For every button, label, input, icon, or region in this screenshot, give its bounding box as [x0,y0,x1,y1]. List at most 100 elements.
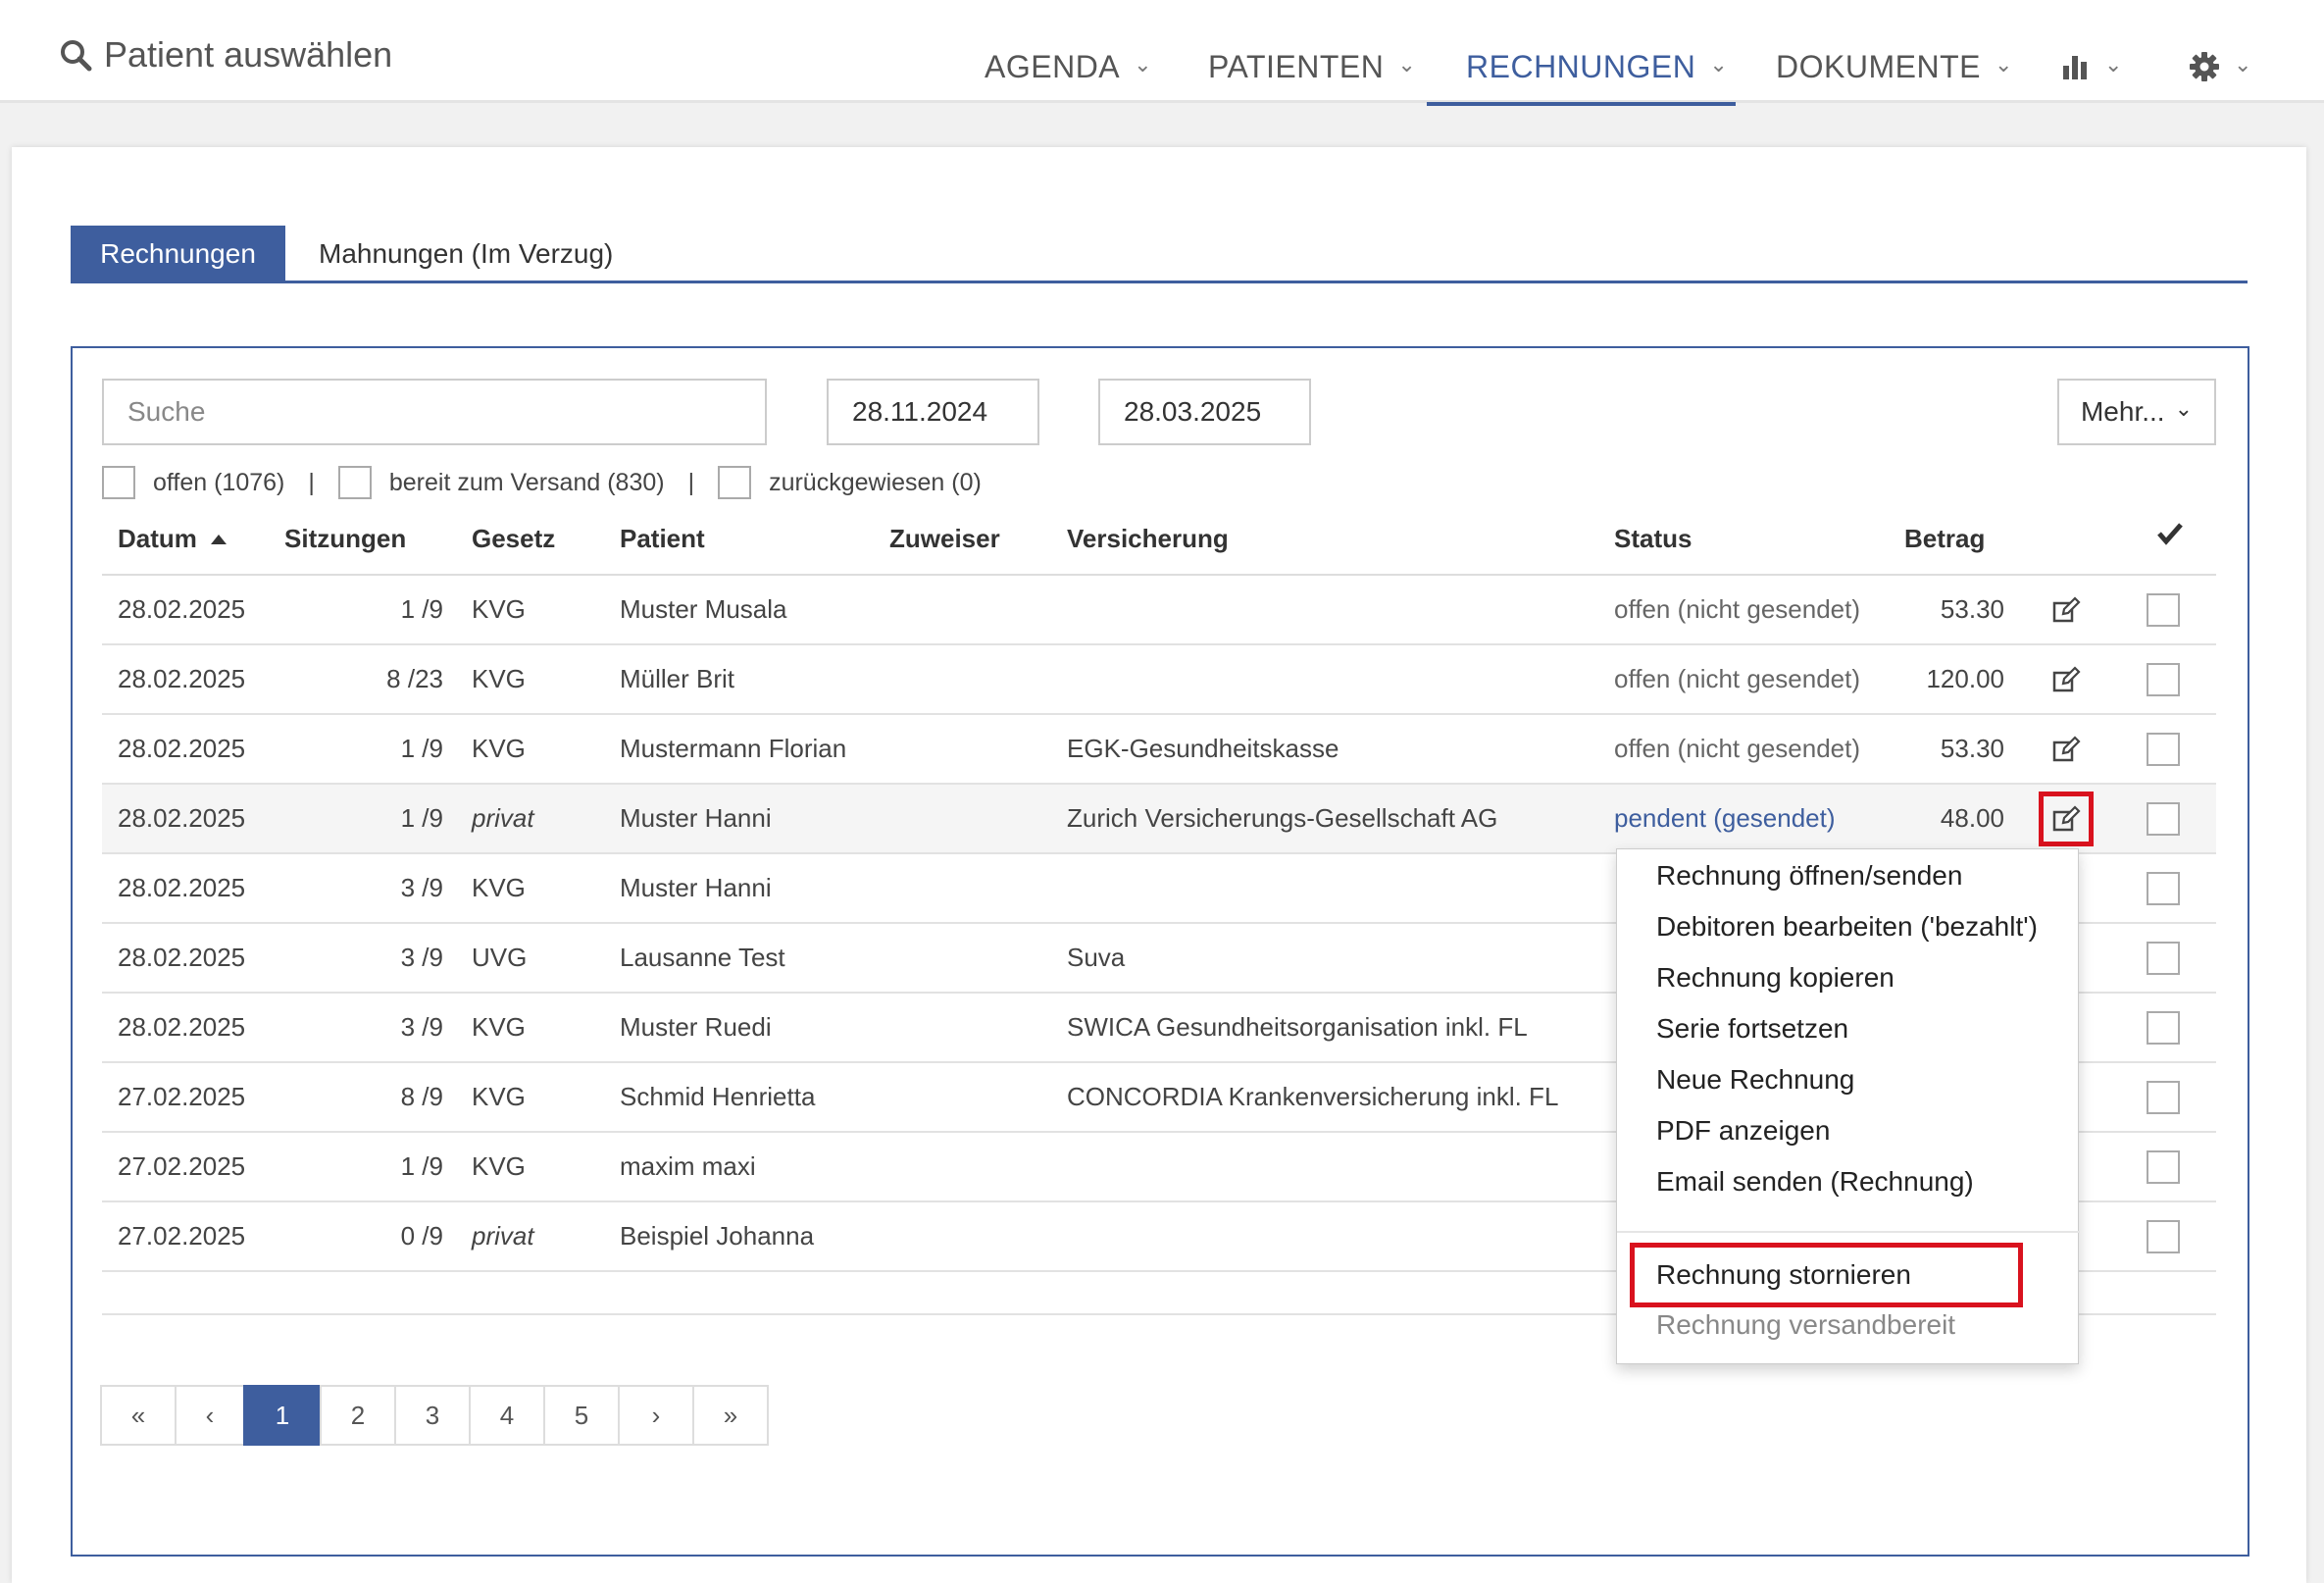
filter-versand-label: bereit zum Versand (830) [388,468,665,496]
col-header-betrag[interactable]: Betrag [1904,524,1985,554]
cell-status[interactable]: pendent (gesendet) [1614,785,1918,852]
cell-versicherung [1067,645,1577,713]
nav-patienten-label: PATIENTEN [1208,48,1385,84]
menu-item-ready-to-send[interactable]: Rechnung versandbereit [1656,1302,1955,1349]
cell-zuweiser [889,924,1056,992]
more-button-label: Mehr... [2080,396,2165,427]
date-from-input[interactable]: 28.11.2024 [827,379,1039,445]
cell-versicherung: EGK-Gesundheitskasse [1067,734,1339,763]
col-header-datum-label: Datum [118,524,197,553]
cell-versicherung: Zurich Versicherungs-Gesellschaft AG [1067,803,1498,833]
cell-gesetz: KVG [472,664,526,693]
page-button[interactable]: 5 [543,1385,620,1446]
page-button[interactable]: 1 [243,1385,322,1446]
row-select-checkbox[interactable] [2147,872,2180,905]
menu-item[interactable]: Rechnung öffnen/senden [1656,852,1962,899]
table-row[interactable]: 28.02.2025 8 /23 KVG Müller Brit offen (nich… [102,645,2216,715]
cell-status[interactable]: offen (nicht gesendet) [1614,576,1918,643]
tab-mahnungen[interactable]: Mahnungen (Im Verzug) [319,226,613,282]
cell-datum: 28.02.2025 [118,664,246,693]
row-select-checkbox[interactable] [2147,1081,2180,1114]
edit-icon[interactable] [2051,735,2081,764]
page-button[interactable]: » [692,1385,769,1446]
menu-item[interactable]: Debitoren bearbeiten ('bezahlt') [1656,903,2038,950]
cell-zuweiser [889,1133,1056,1200]
cell-datum: 28.02.2025 [118,873,246,902]
date-to-input[interactable]: 28.03.2025 [1098,379,1311,445]
page-button[interactable]: › [618,1385,694,1446]
cell-gesetz: KVG [472,873,526,902]
col-header-versicherung[interactable]: Versicherung [1067,524,1229,554]
menu-item-cancel-invoice[interactable]: Rechnung stornieren [1656,1251,1911,1299]
row-select-checkbox[interactable] [2147,1220,2180,1253]
cell-zuweiser [889,715,1056,783]
select-all-check-icon[interactable] [2157,522,2183,552]
cell-betrag: 120.00 [1926,664,2004,693]
cell-datum: 27.02.2025 [118,1151,246,1181]
col-header-status[interactable]: Status [1614,524,1692,554]
page-button[interactable]: ‹ [175,1385,245,1446]
cell-versicherung [1067,854,1577,922]
menu-item[interactable]: Email senden (Rechnung) [1656,1158,1974,1205]
cell-sitzungen: 8 /23 [386,664,443,693]
edit-icon[interactable] [2039,792,2094,846]
edit-icon[interactable] [2051,665,2081,694]
filter-zurueckgewiesen-checkbox[interactable] [718,466,752,499]
cell-betrag: 48.00 [1940,803,2004,833]
tab-rechnungen[interactable]: Rechnungen [71,226,285,282]
row-select-checkbox[interactable] [2147,1011,2180,1045]
nav-patienten[interactable]: PATIENTEN ⌄ [1208,39,1416,94]
patient-select[interactable]: Patient auswählen [59,27,392,82]
nav-rechnungen[interactable]: RECHNUNGEN ⌄ [1466,39,1728,94]
menu-item[interactable]: Serie fortsetzen [1656,1005,1848,1052]
cell-gesetz: KVG [472,1082,526,1111]
page-button[interactable]: « [100,1385,177,1446]
page-button[interactable]: 4 [469,1385,545,1446]
page-button[interactable]: 2 [320,1385,396,1446]
status-filters: offen (1076) | bereit zum Versand (830) … [102,465,982,500]
table-row[interactable]: 28.02.2025 1 /9 privat Muster Hanni Zurich V… [102,785,2216,854]
cell-gesetz: KVG [472,1151,526,1181]
table-row[interactable]: 28.02.2025 1 /9 KVG Mustermann Florian EGK-G… [102,715,2216,785]
row-select-checkbox[interactable] [2147,802,2180,836]
row-select-checkbox[interactable] [2147,733,2180,766]
cell-versicherung: Suva [1067,943,1126,972]
col-header-datum[interactable]: Datum [118,524,227,554]
cell-status[interactable]: offen (nicht gesendet) [1614,715,1918,783]
row-select-checkbox[interactable] [2147,1150,2180,1184]
menu-divider [1617,1231,2080,1233]
cell-versicherung [1067,1202,1577,1270]
row-select-checkbox[interactable] [2147,942,2180,975]
col-header-zuweiser[interactable]: Zuweiser [889,524,1000,554]
cell-zuweiser [889,645,1056,713]
filter-offen-checkbox[interactable] [102,466,135,499]
edit-icon[interactable] [2051,595,2081,625]
col-header-sitzungen[interactable]: Sitzungen [284,524,406,554]
more-button[interactable]: Mehr... ⌄ [2057,379,2216,445]
table-row[interactable]: 28.02.2025 1 /9 KVG Muster Musala offen (nic… [102,576,2216,645]
chevron-down-icon: ⌄ [1994,52,2013,77]
row-select-checkbox[interactable] [2147,593,2180,627]
nav-dokumente[interactable]: DOKUMENTE ⌄ [1776,39,2013,94]
menu-item[interactable]: Neue Rechnung [1656,1056,1854,1103]
page-button[interactable]: 3 [394,1385,471,1446]
cell-status[interactable]: offen (nicht gesendet) [1614,645,1918,713]
col-header-patient[interactable]: Patient [620,524,705,554]
search-icon [61,40,92,72]
filter-separator: | [687,468,695,496]
col-header-gesetz[interactable]: Gesetz [472,524,555,554]
cell-sitzungen: 1 /9 [400,594,443,624]
filter-versand-checkbox[interactable] [337,466,372,499]
cell-sitzungen: 3 /9 [400,1012,443,1042]
search-input[interactable]: Suche [102,379,767,445]
menu-item[interactable]: PDF anzeigen [1656,1107,1830,1154]
row-select-checkbox[interactable] [2147,663,2180,696]
nav-agenda[interactable]: AGENDA ⌄ [985,39,1152,94]
filter-offen-label: offen (1076) [153,468,285,496]
nav-settings[interactable]: ⌄ [2189,39,2252,94]
menu-item[interactable]: Rechnung kopieren [1656,954,1895,1001]
cell-zuweiser [889,1063,1056,1131]
cell-versicherung [1067,1133,1577,1200]
nav-statistics[interactable]: ⌄ [2061,39,2123,94]
cell-zuweiser [889,576,1056,643]
